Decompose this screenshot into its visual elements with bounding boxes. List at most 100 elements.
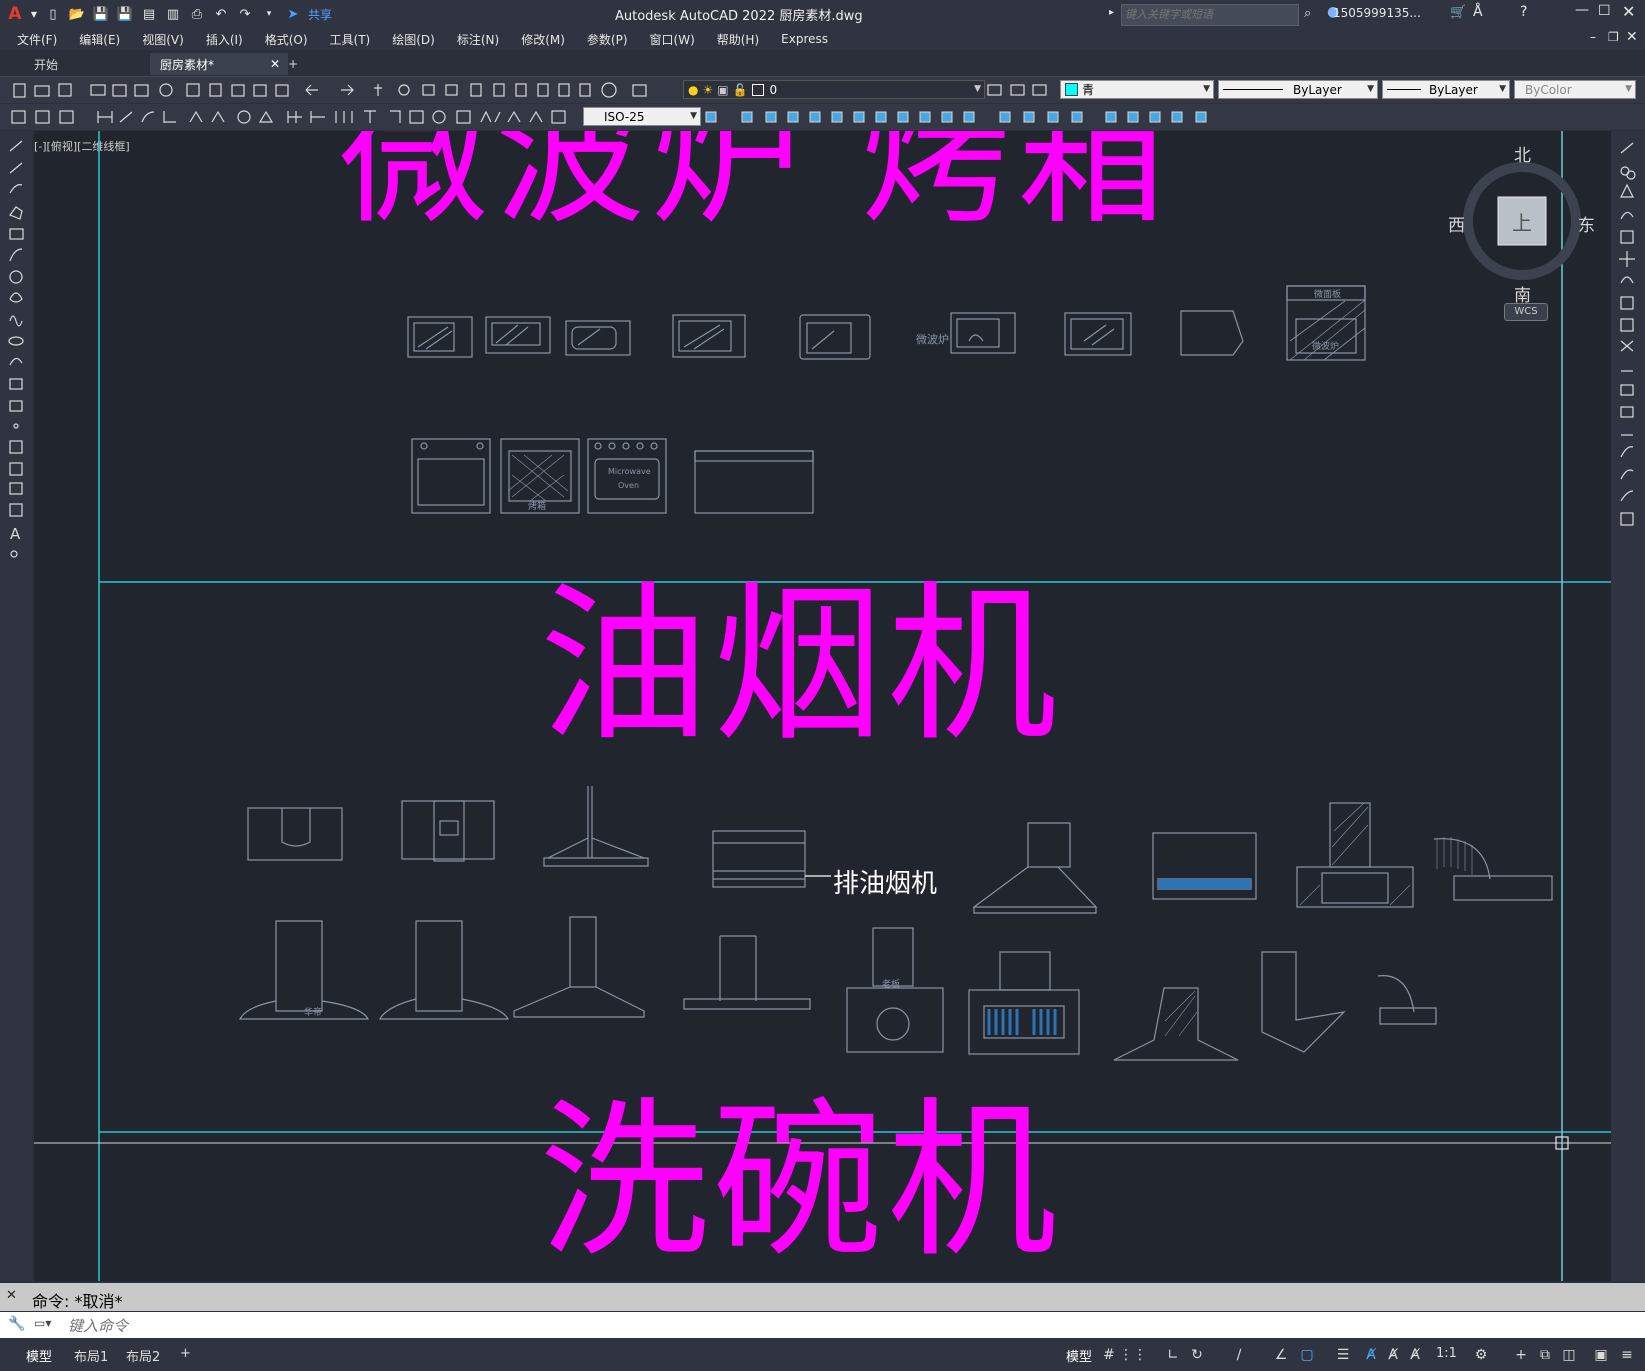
- new-tab-button[interactable]: +: [278, 53, 308, 75]
- drawing-canvas[interactable]: [-][俯视][二维线框] 微波炉 烤箱 油烟机 洗碗机 微波炉 微面板 微波炉…: [34, 131, 1611, 1281]
- menu-format[interactable]: 格式(O): [254, 31, 319, 48]
- quick-properties-icon[interactable]: ◫: [1560, 1346, 1578, 1364]
- polar-icon[interactable]: ↻: [1188, 1346, 1206, 1364]
- ortho-icon[interactable]: ∟: [1164, 1346, 1182, 1364]
- layer-lock-icon[interactable]: 🔓: [733, 83, 748, 97]
- quick-access-toolbar: A ▼ ▯ 📂 💾 💾 ▤ ▥ ⎙ ↶ ↷ ▾ ➤ 共享: [0, 0, 332, 28]
- undo-icon[interactable]: ↶: [212, 6, 230, 22]
- doc-minimize-icon[interactable]: –: [1590, 30, 1596, 44]
- add-layout-button[interactable]: +: [180, 1346, 191, 1361]
- chevron-down-icon: ▼: [1367, 84, 1374, 94]
- close-icon[interactable]: ✕: [1622, 2, 1635, 21]
- annotation-monitor-icon[interactable]: +: [1512, 1346, 1530, 1364]
- auto-scale-icon[interactable]: Ⱥ: [1384, 1346, 1402, 1364]
- object-snap-icon[interactable]: ▢: [1298, 1346, 1316, 1364]
- layer-on-icon[interactable]: ●: [688, 83, 698, 97]
- autocad-logo-icon[interactable]: A: [6, 4, 24, 24]
- menu-modify[interactable]: 修改(M): [510, 31, 576, 48]
- menu-help[interactable]: 帮助(H): [706, 31, 770, 48]
- units-icon[interactable]: ⧉: [1536, 1346, 1554, 1364]
- menu-insert[interactable]: 插入(I): [195, 31, 254, 48]
- customize-status-icon[interactable]: ≡: [1618, 1346, 1636, 1364]
- menu-tools[interactable]: 工具(T): [319, 31, 382, 48]
- command-close-icon[interactable]: ✕: [6, 1288, 17, 1303]
- menu-draw[interactable]: 绘图(D): [381, 31, 446, 48]
- layer-viewport-icon[interactable]: ▣: [717, 83, 728, 97]
- viewcube-west[interactable]: 西: [1448, 211, 1465, 236]
- app-menu-chevron-icon[interactable]: ▼: [30, 6, 38, 22]
- save-web-icon[interactable]: ▥: [164, 6, 182, 22]
- cart-icon[interactable]: 🛒: [1450, 5, 1466, 20]
- standard-toolbar-icons[interactable]: [6, 81, 676, 99]
- customize-icon[interactable]: 🔧: [8, 1316, 25, 1332]
- layout-tab-layout1[interactable]: 布局1: [74, 1346, 108, 1365]
- plotstyle-dropdown[interactable]: ByColor ▼: [1514, 80, 1636, 99]
- annotation-visibility-icon[interactable]: Ⱥ: [1362, 1346, 1380, 1364]
- plot-icon[interactable]: ⎙: [188, 6, 206, 22]
- save-icon[interactable]: 💾: [92, 6, 110, 22]
- maximize-icon[interactable]: ☐: [1598, 3, 1611, 19]
- new-file-icon[interactable]: ▯: [44, 6, 62, 22]
- viewcube-north[interactable]: 北: [1514, 141, 1531, 166]
- lineweight-name: ByLayer: [1429, 82, 1478, 97]
- menu-express[interactable]: Express: [770, 32, 839, 46]
- layout-tab-layout2[interactable]: 布局2: [126, 1346, 160, 1365]
- viewcube[interactable]: 北 南 东 西 上: [1448, 146, 1595, 306]
- autodesk-app-icon[interactable]: Å: [1473, 4, 1483, 20]
- linetype-dropdown[interactable]: ByLayer ▼: [1218, 80, 1378, 99]
- plotstyle-name: ByColor: [1525, 82, 1572, 97]
- annotation-scale-icon[interactable]: Ⱥ: [1406, 1346, 1424, 1364]
- menu-parametric[interactable]: 参数(P): [576, 31, 639, 48]
- menu-view[interactable]: 视图(V): [131, 31, 195, 48]
- chevron-down-icon: ▼: [1203, 84, 1210, 94]
- recent-commands-icon[interactable]: ▭▾: [34, 1316, 51, 1330]
- help-icon[interactable]: ?: [1520, 4, 1527, 20]
- help-search-box[interactable]: [1121, 4, 1299, 26]
- tab-drawing[interactable]: 厨房素材* ✕: [150, 53, 288, 75]
- menu-file[interactable]: 文件(F): [6, 31, 68, 48]
- share-icon[interactable]: ➤: [284, 6, 302, 22]
- customize-qat-icon[interactable]: ▾: [260, 6, 278, 22]
- user-account[interactable]: 1505999135...: [1333, 6, 1421, 20]
- oven-caption: 烤箱: [528, 502, 547, 512]
- command-input[interactable]: [66, 1314, 1470, 1337]
- viewcube-east[interactable]: 东: [1578, 211, 1595, 236]
- workspace-gear-icon[interactable]: ⚙: [1472, 1346, 1490, 1364]
- lineweight-dropdown[interactable]: ByLayer ▼: [1382, 80, 1510, 99]
- annotation-scale-value[interactable]: 1:1: [1436, 1346, 1457, 1361]
- draw-tools-icons[interactable]: A: [0, 131, 32, 591]
- clean-screen-icon[interactable]: ▣: [1592, 1346, 1610, 1364]
- save-as-icon[interactable]: 💾: [116, 6, 134, 22]
- search-icon[interactable]: ⌕: [1304, 6, 1311, 21]
- tab-start[interactable]: 开始: [24, 53, 164, 75]
- minimize-icon[interactable]: —: [1575, 2, 1589, 18]
- model-space-toggle[interactable]: 模型: [1066, 1346, 1092, 1365]
- layout-tab-model[interactable]: 模型: [26, 1346, 52, 1365]
- doc-restore-icon[interactable]: ❐: [1608, 30, 1619, 44]
- snap-icon[interactable]: ⋮⋮: [1119, 1346, 1147, 1364]
- redo-icon[interactable]: ↷: [236, 6, 254, 22]
- wcs-menu[interactable]: WCS: [1504, 303, 1548, 321]
- open-file-icon[interactable]: 📂: [68, 6, 86, 22]
- dimstyle-dropdown[interactable]: ISO-25 ▼: [583, 107, 701, 126]
- menu-dimension[interactable]: 标注(N): [446, 31, 510, 48]
- menu-window[interactable]: 窗口(W): [639, 31, 706, 48]
- viewcube-top-face[interactable]: 上: [1512, 207, 1532, 236]
- grid-icon[interactable]: #: [1100, 1346, 1118, 1364]
- color-dropdown[interactable]: 青 ▼: [1060, 80, 1214, 99]
- expand-arrow-icon[interactable]: ▸: [1109, 7, 1114, 18]
- open-web-icon[interactable]: ▤: [140, 6, 158, 22]
- doc-close-icon[interactable]: ✕: [1626, 29, 1638, 45]
- layer-freeze-icon[interactable]: ☀: [702, 83, 713, 97]
- modify-tools-palette-icons[interactable]: [1611, 131, 1645, 551]
- share-label[interactable]: 共享: [308, 6, 332, 23]
- lineweight-icon[interactable]: ☰: [1334, 1346, 1352, 1364]
- dimension-tools-icons[interactable]: [6, 108, 581, 126]
- menu-edit[interactable]: 编辑(E): [68, 31, 131, 48]
- modify-tools-icons[interactable]: [702, 108, 1222, 126]
- layer-tools-icons[interactable]: [985, 81, 1060, 99]
- object-snap-tracking-icon[interactable]: ∠: [1272, 1346, 1290, 1364]
- isodraft-icon[interactable]: ∕: [1230, 1346, 1248, 1364]
- layer-dropdown[interactable]: ● ☀ ▣ 🔓 0 ▼: [683, 80, 985, 99]
- help-search-input[interactable]: [1122, 5, 1298, 23]
